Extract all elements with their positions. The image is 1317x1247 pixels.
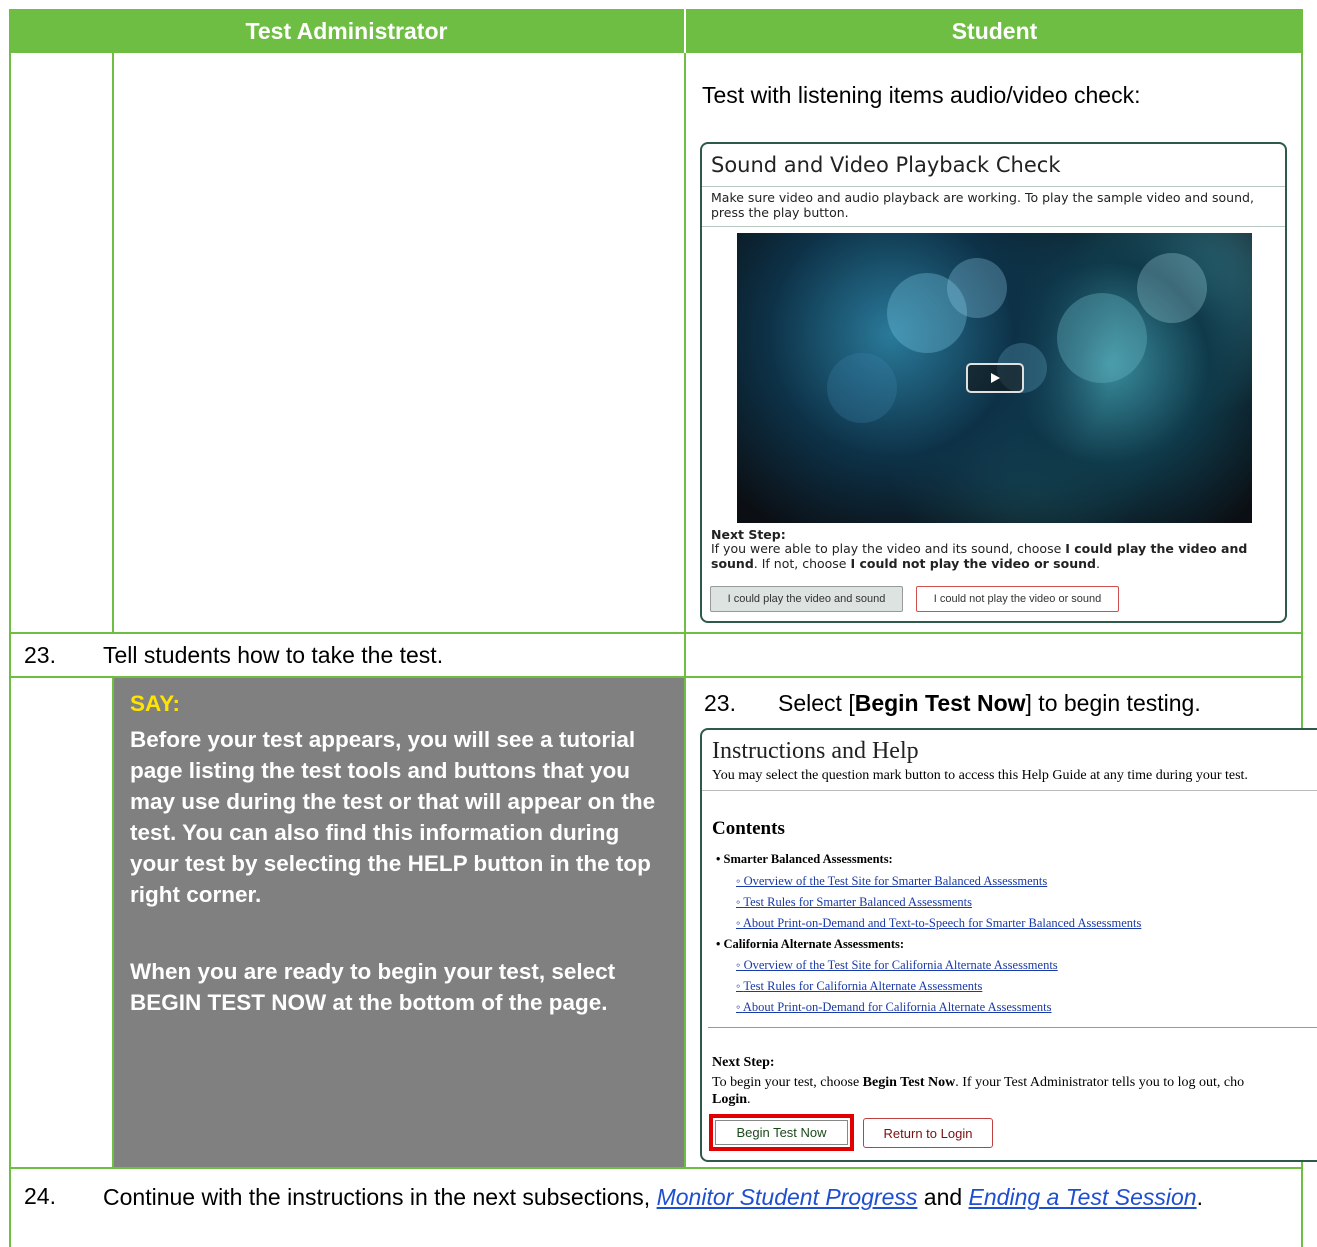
sound-video-check-desc: Make sure video and audio playback are w… xyxy=(711,190,1254,220)
student-row-23-text: Select [Begin Test Now] to begin testing… xyxy=(778,690,1201,716)
column-divider-main xyxy=(684,53,686,1169)
link-overview-ca[interactable]: ◦ Overview of the Test Site for Californ… xyxy=(736,958,1058,973)
instructions-help-title: Instructions and Help xyxy=(712,738,919,764)
header-ta-label: Test Administrator xyxy=(245,17,448,44)
link-test-rules-ca[interactable]: ◦ Test Rules for California Alternate As… xyxy=(736,979,982,994)
instructions-help-subtitle: You may select the question mark button … xyxy=(712,768,1248,783)
say-label: SAY: xyxy=(130,691,181,716)
sample-video[interactable] xyxy=(737,233,1252,523)
link-monitor-student-progress[interactable]: Monitor Student Progress xyxy=(657,1184,918,1210)
column-divider-number xyxy=(112,53,114,632)
row-24-text: Continue with the instructions in the ne… xyxy=(103,1184,1203,1210)
next-step-text-2: To begin your test, choose Begin Test No… xyxy=(712,1075,1245,1107)
instructions-help-screenshot: Instructions and Help You may select the… xyxy=(700,728,1317,1162)
header-student: Student xyxy=(686,9,1303,53)
bokeh-3 xyxy=(1057,293,1147,383)
return-to-login-button[interactable]: Return to Login xyxy=(863,1118,993,1148)
link-ending-a-test-session[interactable]: Ending a Test Session xyxy=(969,1184,1197,1210)
bokeh-4 xyxy=(1137,253,1207,323)
could-play-button[interactable]: I could play the video and sound xyxy=(710,586,903,612)
section-california-alternate: • California Alternate Assessments: xyxy=(716,937,905,951)
student-text-av-check: Test with listening items audio/video ch… xyxy=(702,82,1141,108)
row-divider-1 xyxy=(9,632,1303,634)
bokeh-2 xyxy=(947,258,1007,318)
row-23-text: Tell students how to take the test. xyxy=(103,642,444,668)
title-divider xyxy=(702,186,1285,187)
next-step-label: Next Step: xyxy=(711,527,786,542)
header-ta: Test Administrator xyxy=(9,9,684,53)
table-border-left xyxy=(9,53,11,1247)
link-print-on-demand-ca[interactable]: ◦ About Print-on-Demand for California A… xyxy=(736,1000,1052,1015)
say-paragraph-2: When you are ready to begin your test, s… xyxy=(130,959,616,1015)
subtitle-divider xyxy=(702,790,1317,791)
link-print-on-demand-sb[interactable]: ◦ About Print-on-Demand and Text-to-Spee… xyxy=(736,916,1141,931)
contents-heading: Contents xyxy=(712,818,785,839)
student-row-23-number: 23. xyxy=(704,690,736,716)
sound-video-check-title: Sound and Video Playback Check xyxy=(711,153,1061,177)
row-23-number: 23. xyxy=(24,642,56,668)
next-step-text: If you were able to play the video and i… xyxy=(711,541,1248,571)
sound-video-check-screenshot: Sound and Video Playback Check Make sure… xyxy=(700,142,1287,623)
link-test-rules-sb[interactable]: ◦ Test Rules for Smarter Balanced Assess… xyxy=(736,895,972,910)
play-button[interactable] xyxy=(966,363,1024,393)
begin-test-now-button[interactable]: Begin Test Now xyxy=(715,1120,848,1145)
desc-divider xyxy=(702,226,1285,227)
bokeh-6 xyxy=(827,353,897,423)
link-overview-sb[interactable]: ◦ Overview of the Test Site for Smarter … xyxy=(736,874,1047,889)
play-icon xyxy=(990,373,1000,383)
next-step-label-2: Next Step: xyxy=(712,1055,775,1070)
header-student-label: Student xyxy=(951,17,1038,44)
could-not-play-button[interactable]: I could not play the video or sound xyxy=(916,586,1119,612)
row-24-number: 24. xyxy=(24,1183,56,1209)
section-smarter-balanced: • Smarter Balanced Assessments: xyxy=(716,852,893,866)
row-divider-3 xyxy=(9,1167,1303,1169)
say-paragraph-1: Before your test appears, you will see a… xyxy=(130,727,656,907)
contents-divider xyxy=(708,1027,1317,1028)
